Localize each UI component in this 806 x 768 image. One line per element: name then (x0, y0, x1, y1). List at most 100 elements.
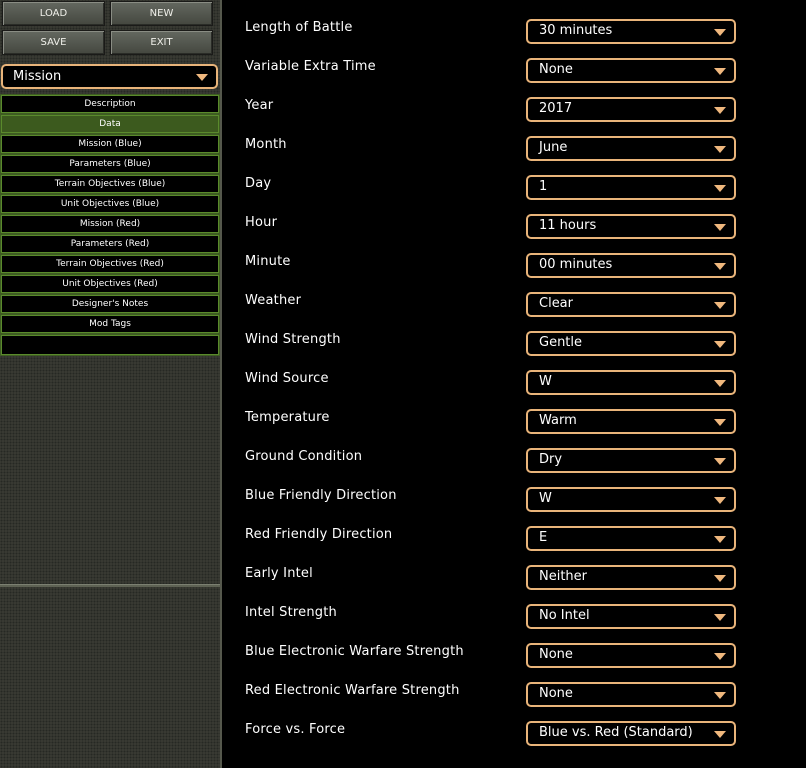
field-row-force-vs-force: Force vs. Force Blue vs. Red (Standard) (224, 721, 806, 760)
dropdown-value: 2017 (539, 101, 573, 116)
field-label: Day (245, 176, 272, 191)
dropdown-value: W (539, 374, 552, 389)
dropdown-value: None (539, 62, 573, 77)
weather-dropdown[interactable]: Clear (526, 292, 736, 317)
temperature-dropdown[interactable]: Warm (526, 409, 736, 434)
field-label: Blue Electronic Warfare Strength (245, 644, 464, 659)
dropdown-value: 1 (539, 179, 548, 194)
chevron-down-icon (714, 575, 726, 582)
variable-extra-time-dropdown[interactable]: None (526, 58, 736, 83)
dropdown-value: June (539, 140, 568, 155)
ground-condition-dropdown[interactable]: Dry (526, 448, 736, 473)
load-button[interactable]: LOAD (2, 1, 105, 26)
dropdown-value: 00 minutes (539, 257, 613, 272)
length-of-battle-dropdown[interactable]: 30 minutes (526, 19, 736, 44)
dropdown-value: 11 hours (539, 218, 597, 233)
sidebar: LOAD NEW SAVE EXIT Mission Description D… (0, 0, 222, 768)
field-label: Early Intel (245, 566, 313, 581)
nav-item-mod-tags[interactable]: Mod Tags (0, 314, 220, 334)
field-row-wind-strength: Wind Strength Gentle (224, 331, 806, 370)
nav-item-mission-red[interactable]: Mission (Red) (0, 214, 220, 234)
field-label: Ground Condition (245, 449, 363, 464)
field-label: Weather (245, 293, 302, 308)
save-button[interactable]: SAVE (2, 30, 105, 55)
mode-select[interactable]: Mission (1, 64, 218, 89)
mode-select-value: Mission (13, 69, 62, 84)
nav-item-terrain-objectives-red[interactable]: Terrain Objectives (Red) (0, 254, 220, 274)
field-label: Month (245, 137, 287, 152)
field-row-minute: Minute 00 minutes (224, 253, 806, 292)
field-row-temperature: Temperature Warm (224, 409, 806, 448)
chevron-down-icon (714, 497, 726, 504)
new-button[interactable]: NEW (110, 1, 213, 26)
nav-item-parameters-red[interactable]: Parameters (Red) (0, 234, 220, 254)
chevron-down-icon (714, 419, 726, 426)
nav-item-empty (0, 334, 220, 356)
chevron-down-icon (714, 224, 726, 231)
field-row-ground-condition: Ground Condition Dry (224, 448, 806, 487)
field-row-blue-friendly-direction: Blue Friendly Direction W (224, 487, 806, 526)
early-intel-dropdown[interactable]: Neither (526, 565, 736, 590)
month-dropdown[interactable]: June (526, 136, 736, 161)
chevron-down-icon (714, 653, 726, 660)
nav-item-parameters-blue[interactable]: Parameters (Blue) (0, 154, 220, 174)
blue-ew-strength-dropdown[interactable]: None (526, 643, 736, 668)
chevron-down-icon (714, 107, 726, 114)
blue-friendly-direction-dropdown[interactable]: W (526, 487, 736, 512)
field-row-year: Year 2017 (224, 97, 806, 136)
chevron-down-icon (196, 74, 208, 81)
field-label: Force vs. Force (245, 722, 346, 737)
red-friendly-direction-dropdown[interactable]: E (526, 526, 736, 551)
dropdown-value: None (539, 647, 573, 662)
nav-item-mission-blue[interactable]: Mission (Blue) (0, 134, 220, 154)
nav-item-designers-notes[interactable]: Designer's Notes (0, 294, 220, 314)
wind-source-dropdown[interactable]: W (526, 370, 736, 395)
nav-item-terrain-objectives-blue[interactable]: Terrain Objectives (Blue) (0, 174, 220, 194)
chevron-down-icon (714, 614, 726, 621)
force-vs-force-dropdown[interactable]: Blue vs. Red (Standard) (526, 721, 736, 746)
dropdown-value: 30 minutes (539, 23, 613, 38)
dropdown-value: W (539, 491, 552, 506)
nav-item-data[interactable]: Data (0, 114, 220, 134)
chevron-down-icon (714, 458, 726, 465)
chevron-down-icon (714, 341, 726, 348)
field-label: Hour (245, 215, 278, 230)
dropdown-value: Blue vs. Red (Standard) (539, 725, 693, 740)
wind-strength-dropdown[interactable]: Gentle (526, 331, 736, 356)
red-ew-strength-dropdown[interactable]: None (526, 682, 736, 707)
chevron-down-icon (714, 731, 726, 738)
field-row-weather: Weather Clear (224, 292, 806, 331)
chevron-down-icon (714, 692, 726, 699)
field-label: Temperature (245, 410, 330, 425)
dropdown-value: Clear (539, 296, 573, 311)
field-row-variable-extra-time: Variable Extra Time None (224, 58, 806, 97)
hour-dropdown[interactable]: 11 hours (526, 214, 736, 239)
chevron-down-icon (714, 185, 726, 192)
nav-item-description[interactable]: Description (0, 94, 220, 114)
field-row-length-of-battle: Length of Battle 30 minutes (224, 19, 806, 58)
nav-item-unit-objectives-blue[interactable]: Unit Objectives (Blue) (0, 194, 220, 214)
dropdown-value: Gentle (539, 335, 583, 350)
field-row-blue-ew-strength: Blue Electronic Warfare Strength None (224, 643, 806, 682)
field-label: Variable Extra Time (245, 59, 376, 74)
chevron-down-icon (714, 29, 726, 36)
chevron-down-icon (714, 536, 726, 543)
field-row-month: Month June (224, 136, 806, 175)
field-label: Intel Strength (245, 605, 337, 620)
year-dropdown[interactable]: 2017 (526, 97, 736, 122)
field-label: Wind Strength (245, 332, 341, 347)
field-row-hour: Hour 11 hours (224, 214, 806, 253)
dropdown-value: None (539, 686, 573, 701)
field-row-early-intel: Early Intel Neither (224, 565, 806, 604)
field-row-day: Day 1 (224, 175, 806, 214)
field-label: Length of Battle (245, 20, 353, 35)
intel-strength-dropdown[interactable]: No Intel (526, 604, 736, 629)
nav-item-unit-objectives-red[interactable]: Unit Objectives (Red) (0, 274, 220, 294)
day-dropdown[interactable]: 1 (526, 175, 736, 200)
dropdown-value: E (539, 530, 548, 545)
minute-dropdown[interactable]: 00 minutes (526, 253, 736, 278)
exit-button[interactable]: EXIT (110, 30, 213, 55)
field-label: Blue Friendly Direction (245, 488, 397, 503)
section-nav: Description Data Mission (Blue) Paramete… (0, 94, 220, 356)
dropdown-value: No Intel (539, 608, 590, 623)
